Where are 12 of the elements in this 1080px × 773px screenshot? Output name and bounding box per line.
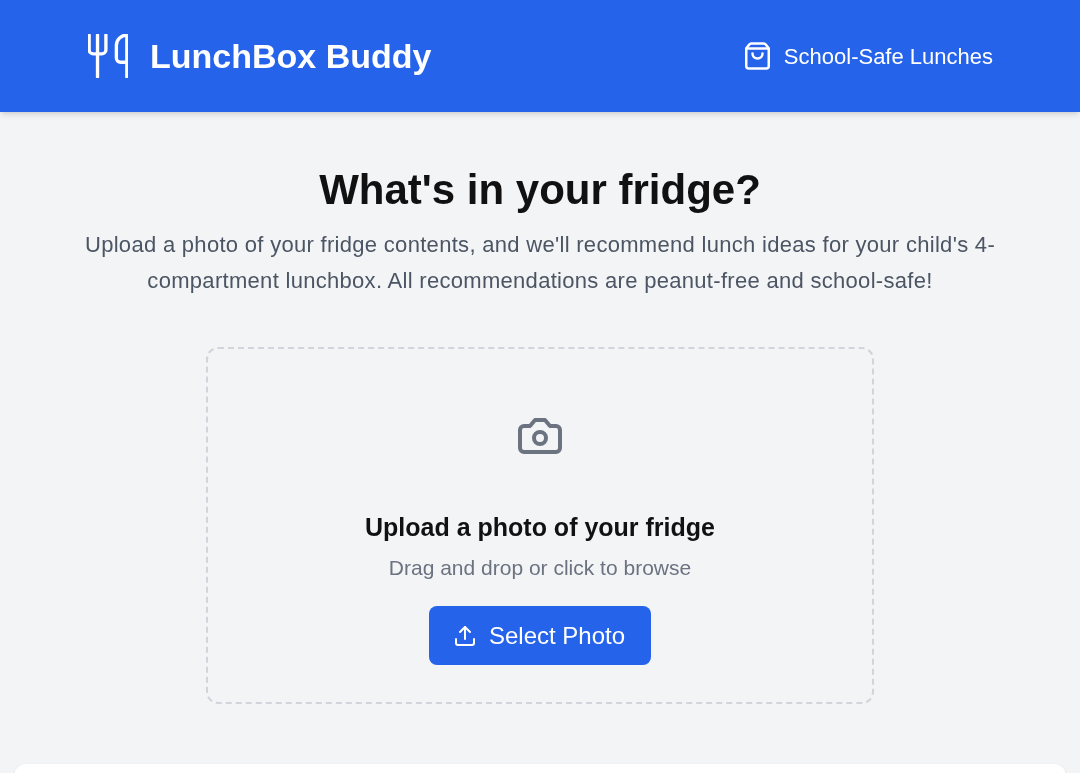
nav-link[interactable]: School-Safe Lunches — [744, 39, 993, 73]
shopping-bag-icon — [744, 42, 770, 70]
upload-hint: Drag and drop or click to browse — [388, 555, 692, 581]
upload-dropzone[interactable]: Upload a photo of your fridge Drag and drop or click to browse Select Photo — [206, 347, 874, 704]
upload-icon — [454, 625, 475, 646]
page-heading: What's in your fridge? — [319, 167, 761, 213]
fork-knife-icon — [88, 34, 128, 78]
select-photo-button[interactable]: Select Photo — [428, 606, 652, 665]
app-title: LunchBox Buddy — [150, 35, 432, 77]
intro-paragraph: Upload a photo of your fridge contents, and we'll recommend lunch ideas for your child's 4-compartment lunchbox. All recommendations are peanut-free and school-safe! — [83, 231, 997, 295]
camera-icon — [517, 417, 563, 455]
upload-title: Upload a photo of your fridge — [365, 512, 715, 543]
